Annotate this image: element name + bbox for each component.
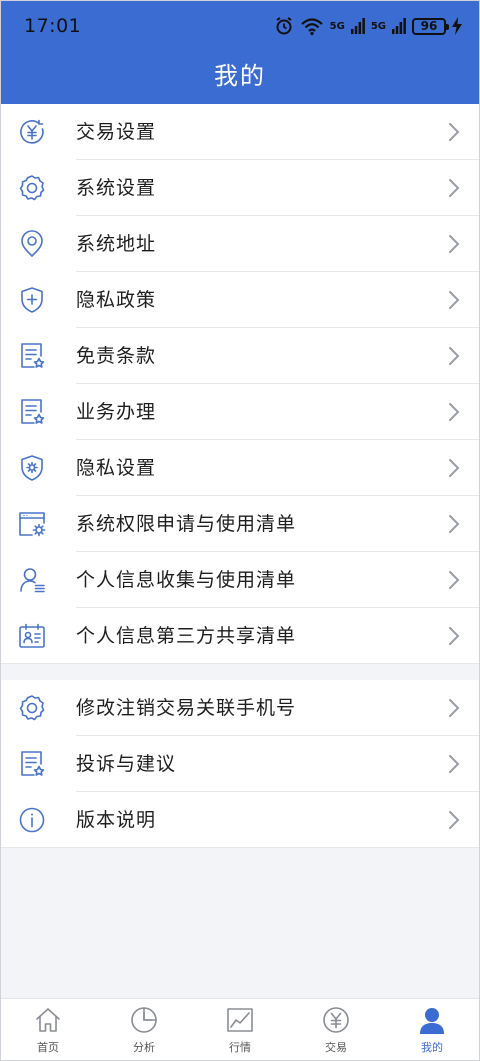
chevron-right-icon [448,698,460,718]
charging-bolt-icon [452,17,462,35]
document-star-icon [16,396,48,428]
menu-item-label: 免责条款 [76,345,157,367]
signal-2-icon [392,18,406,34]
chevron-right-icon [448,514,460,534]
menu-item-label: 投诉与建议 [76,753,177,775]
home-icon [33,1005,63,1035]
menu-item-label: 系统地址 [76,233,157,255]
yuan-icon [16,116,48,148]
menu-item-menu-group_1-0[interactable]: 交易设置 [0,104,480,160]
menu-item-menu-group_1-3[interactable]: 隐私政策 [0,272,480,328]
signal-1-icon [350,18,365,34]
menu-item-label: 隐私政策 [76,289,157,311]
window-gear-icon [16,508,48,540]
menu-item-menu-group_1-6[interactable]: 隐私设置 [0,440,480,496]
menu-item-menu-group_2-2[interactable]: 版本说明 [0,792,480,848]
menu-item-label: 交易设置 [76,121,157,143]
menu-item-menu-group_1-2[interactable]: 系统地址 [0,216,480,272]
chevron-right-icon [448,458,460,478]
bottom-tab-bar: 首页 分析 行情 交易 我的 [0,998,480,1061]
menu-item-menu-group_2-1[interactable]: 投诉与建议 [0,736,480,792]
menu-item-label: 系统权限申请与使用清单 [76,513,297,535]
status-time: 17:01 [24,15,82,37]
id-card-icon [16,620,48,652]
tab-pie-chart[interactable]: 分析 [96,999,192,1061]
battery-level: 96 [420,19,438,33]
gear-icon [16,172,48,204]
tab-home[interactable]: 首页 [0,999,96,1061]
chevron-right-icon [448,290,460,310]
signal-1-label: 5G [329,20,345,32]
menu-group-secondary: 修改注销交易关联手机号 投诉与建议 版本说明 [0,680,480,848]
tab-line-chart[interactable]: 行情 [192,999,288,1061]
status-icons: 5G 5G 96 [274,14,462,38]
menu-item-menu-group_1-8[interactable]: 个人信息收集与使用清单 [0,552,480,608]
tab-person[interactable]: 我的 [384,999,480,1061]
menu-item-label: 版本说明 [76,809,157,831]
shield-gear-icon [16,452,48,484]
menu-item-menu-group_1-1[interactable]: 系统设置 [0,160,480,216]
page-title: 我的 [214,62,266,90]
chevron-right-icon [448,570,460,590]
chevron-right-icon [448,346,460,366]
chevron-right-icon [448,402,460,422]
tab-label: 行情 [229,1041,251,1054]
menu-item-menu-group_1-7[interactable]: 系统权限申请与使用清单 [0,496,480,552]
menu-item-menu-group_1-9[interactable]: 个人信息第三方共享清单 [0,608,480,664]
gear-icon [16,692,48,724]
chevron-right-icon [448,754,460,774]
location-icon [16,228,48,260]
document-star-icon [16,340,48,372]
menu-item-menu-group_1-4[interactable]: 免责条款 [0,328,480,384]
signal-2-label: 5G [370,20,386,32]
yuan-circle-icon [321,1005,351,1035]
chevron-right-icon [448,178,460,198]
chevron-right-icon [448,626,460,646]
menu-item-label: 个人信息第三方共享清单 [76,625,297,647]
menu-item-label: 业务办理 [76,401,157,423]
menu-item-menu-group_2-0[interactable]: 修改注销交易关联手机号 [0,680,480,736]
tab-label: 首页 [37,1041,59,1054]
alarm-icon [276,17,292,35]
menu-item-label: 个人信息收集与使用清单 [76,569,297,591]
status-bar: 17:01 5G 5G 96 [0,0,480,50]
shield-plus-icon [16,284,48,316]
menu-item-label: 隐私设置 [76,457,157,479]
user-list-icon [16,564,48,596]
tab-label: 交易 [325,1041,347,1054]
menu-group-main: 交易设置 系统设置 系统地址 隐私政策 免责条款 业务办理 隐私设置 系统权限申… [0,104,480,664]
menu-item-label: 系统设置 [76,177,157,199]
chevron-right-icon [448,810,460,830]
line-chart-icon [225,1005,255,1035]
chevron-right-icon [448,122,460,142]
tab-yuan-circle[interactable]: 交易 [288,999,384,1061]
chevron-right-icon [448,234,460,254]
pie-chart-icon [129,1005,159,1035]
info-icon [16,804,48,836]
wifi-icon [300,18,323,36]
tab-label: 分析 [133,1041,155,1054]
battery-icon: 96 [412,17,449,35]
header-bar: 17:01 5G 5G 96 我的 [0,0,480,104]
person-icon [417,1005,447,1035]
tab-label: 我的 [421,1041,443,1054]
menu-item-menu-group_1-5[interactable]: 业务办理 [0,384,480,440]
document-star-icon [16,748,48,780]
menu-item-label: 修改注销交易关联手机号 [76,697,297,719]
